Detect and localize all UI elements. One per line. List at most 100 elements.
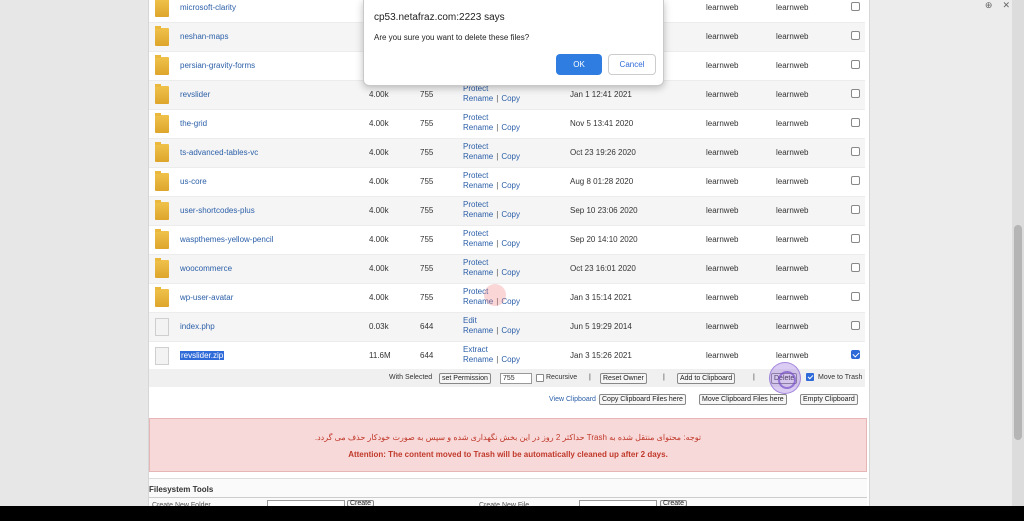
add-to-clipboard-button[interactable]: Add to Clipboard [677, 373, 736, 384]
folder-icon[interactable] [155, 258, 169, 278]
rename-link[interactable]: Rename [463, 268, 493, 277]
file-date: Jun 5 19:29 2014 [570, 322, 632, 331]
folder-icon[interactable] [155, 84, 169, 104]
copy-link[interactable]: Copy [501, 326, 520, 335]
file-group: learnweb [776, 119, 809, 128]
copy-link[interactable]: Copy [501, 210, 520, 219]
file-permission[interactable]: 644 [420, 351, 433, 360]
file-permission[interactable]: 755 [420, 177, 433, 186]
copy-clipboard-files-button[interactable]: Copy Clipboard Files here [599, 394, 686, 405]
file-permission[interactable]: 755 [420, 206, 433, 215]
primary-action-link[interactable]: Protect [463, 113, 488, 122]
file-name-link[interactable]: revslider.zip [180, 351, 225, 360]
file-icon[interactable] [155, 347, 169, 365]
row-select-checkbox[interactable] [851, 321, 860, 330]
primary-action-link[interactable]: Edit [463, 316, 477, 325]
translate-icon[interactable]: ⊕ [985, 0, 993, 11]
folder-icon[interactable] [155, 26, 169, 46]
file-name-link[interactable]: microsoft-clarity [180, 3, 236, 12]
table-row: index.php 0.03k 644 Edit Rename | Copy Jun 5 19… [149, 313, 865, 342]
file-permission[interactable]: 644 [420, 322, 433, 331]
primary-action-link[interactable]: Protect [463, 200, 488, 209]
reset-owner-button[interactable]: Reset Owner [600, 373, 647, 384]
move-to-trash-checkbox[interactable] [806, 373, 814, 381]
file-name-link[interactable]: user-shortcodes-plus [180, 206, 255, 215]
file-name-link[interactable]: us-core [180, 177, 207, 186]
folder-icon[interactable] [155, 55, 169, 75]
row-select-checkbox[interactable] [851, 176, 860, 185]
file-name-link[interactable]: woocommerce [180, 264, 232, 273]
copy-link[interactable]: Copy [501, 239, 520, 248]
taskbar [0, 506, 1024, 521]
row-select-checkbox[interactable] [851, 205, 860, 214]
file-name-link[interactable]: ts-advanced-tables-vc [180, 148, 258, 157]
row-select-checkbox[interactable] [851, 147, 860, 156]
file-permission[interactable]: 755 [420, 264, 433, 273]
table-row: the-grid 4.00k 755 Protect Rename | Copy Nov 5 … [149, 110, 865, 139]
view-clipboard-link[interactable]: View Clipboard [549, 396, 596, 403]
ok-button[interactable]: OK [556, 54, 602, 75]
file-date: Oct 23 16:01 2020 [570, 264, 636, 273]
rename-link[interactable]: Rename [463, 326, 493, 335]
permission-input[interactable]: 755 [500, 373, 532, 384]
row-select-checkbox[interactable] [851, 89, 860, 98]
set-permission-button[interactable]: set Permission [439, 373, 491, 384]
primary-action-link[interactable]: Extract [463, 345, 488, 354]
file-name-link[interactable]: index.php [180, 322, 215, 331]
copy-link[interactable]: Copy [501, 268, 520, 277]
file-name-link[interactable]: revslider [180, 90, 210, 99]
folder-icon[interactable] [155, 0, 169, 17]
rename-link[interactable]: Rename [463, 181, 493, 190]
folder-icon[interactable] [155, 171, 169, 191]
row-select-checkbox[interactable] [851, 118, 860, 127]
folder-icon[interactable] [155, 113, 169, 133]
file-name-link[interactable]: waspthemes-yellow-pencil [180, 235, 273, 244]
folder-icon[interactable] [155, 287, 169, 307]
rename-link[interactable]: Rename [463, 239, 493, 248]
table-row: wp-user-avatar 4.00k 755 Protect Rename | Copy… [149, 284, 865, 313]
file-icon[interactable] [155, 318, 169, 336]
move-to-trash-label: Move to Trash [818, 374, 863, 381]
row-select-checkbox[interactable] [851, 350, 860, 359]
row-select-checkbox[interactable] [851, 2, 860, 11]
row-select-checkbox[interactable] [851, 292, 860, 301]
copy-link[interactable]: Copy [501, 152, 520, 161]
table-row: ts-advanced-tables-vc 4.00k 755 Protect Rena… [149, 139, 865, 168]
scrollbar-thumb[interactable] [1014, 225, 1022, 440]
empty-clipboard-button[interactable]: Empty Clipboard [800, 394, 858, 405]
close-icon[interactable]: ✕ [1002, 0, 1010, 11]
row-select-checkbox[interactable] [851, 31, 860, 40]
primary-action-link[interactable]: Protect [463, 258, 488, 267]
copy-link[interactable]: Copy [501, 181, 520, 190]
file-permission[interactable]: 755 [420, 119, 433, 128]
row-select-checkbox[interactable] [851, 234, 860, 243]
separator: | [753, 374, 755, 381]
file-permission[interactable]: 755 [420, 90, 433, 99]
primary-action-link[interactable]: Protect [463, 229, 488, 238]
file-name-link[interactable]: wp-user-avatar [180, 293, 233, 302]
copy-link[interactable]: Copy [501, 123, 520, 132]
file-name-link[interactable]: the-grid [180, 119, 207, 128]
cancel-button[interactable]: Cancel [608, 54, 656, 75]
rename-link[interactable]: Rename [463, 355, 493, 364]
move-clipboard-files-button[interactable]: Move Clipboard Files here [699, 394, 787, 405]
primary-action-link[interactable]: Protect [463, 171, 488, 180]
rename-link[interactable]: Rename [463, 123, 493, 132]
primary-action-link[interactable]: Protect [463, 142, 488, 151]
file-name-link[interactable]: neshan-maps [180, 32, 228, 41]
copy-link[interactable]: Copy [501, 94, 520, 103]
rename-link[interactable]: Rename [463, 210, 493, 219]
file-permission[interactable]: 755 [420, 235, 433, 244]
copy-link[interactable]: Copy [501, 355, 520, 364]
rename-link[interactable]: Rename [463, 94, 493, 103]
file-permission[interactable]: 755 [420, 148, 433, 157]
row-select-checkbox[interactable] [851, 263, 860, 272]
folder-icon[interactable] [155, 142, 169, 162]
folder-icon[interactable] [155, 200, 169, 220]
recursive-checkbox[interactable] [536, 374, 544, 382]
file-permission[interactable]: 755 [420, 293, 433, 302]
file-name-link[interactable]: persian-gravity-forms [180, 61, 255, 70]
row-select-checkbox[interactable] [851, 60, 860, 69]
folder-icon[interactable] [155, 229, 169, 249]
rename-link[interactable]: Rename [463, 152, 493, 161]
